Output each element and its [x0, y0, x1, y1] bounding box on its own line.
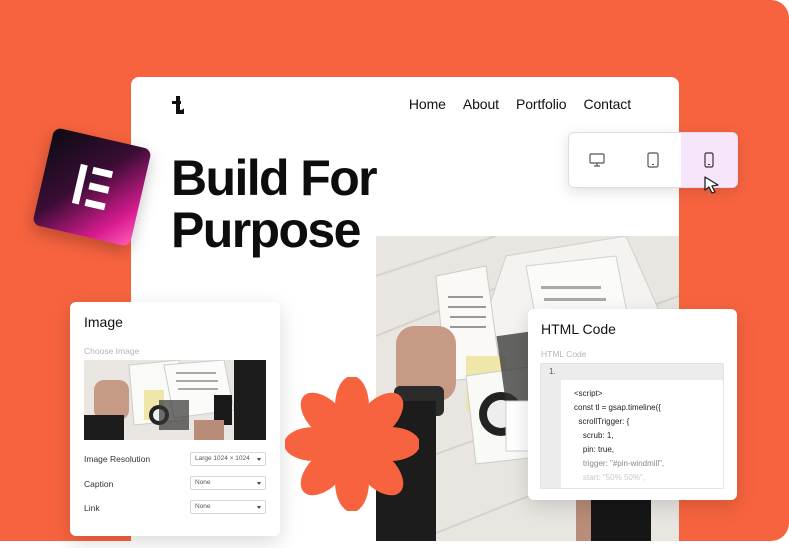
image-thumbnail[interactable]: [84, 360, 266, 440]
main-nav: Home About Portfolio Contact: [409, 96, 631, 112]
caption-value: None: [195, 479, 211, 486]
caption-label: Caption: [84, 479, 114, 489]
link-value: None: [195, 503, 211, 510]
chevron-down-icon: [257, 458, 261, 461]
html-code-panel: HTML Code HTML Code 1. <script> const tl…: [528, 309, 737, 500]
code-line: trigger: "#pin-windmill",: [574, 459, 665, 468]
code-editor[interactable]: 1. <script> const tl = gsap.timeline({ s…: [540, 363, 724, 489]
html-code-field-label: HTML Code: [541, 349, 587, 359]
code-line: scrub: 1,: [574, 431, 614, 440]
flower-decoration-icon: [285, 377, 419, 511]
code-line: <script>: [574, 389, 603, 398]
chevron-down-icon: [257, 506, 261, 509]
nav-contact[interactable]: Contact: [583, 96, 631, 112]
choose-image-label: Choose Image: [84, 346, 140, 356]
image-resolution-select[interactable]: Large 1024 × 1024: [190, 452, 266, 466]
mobile-icon: [704, 152, 714, 168]
t-logo-icon[interactable]: [171, 96, 187, 114]
chevron-down-icon: [257, 482, 261, 485]
nav-about[interactable]: About: [463, 96, 499, 112]
panel-title: HTML Code: [541, 321, 616, 337]
code-line: scrollTrigger: {: [574, 417, 630, 426]
panel-title: Image: [84, 314, 123, 330]
desktop-icon: [589, 153, 605, 167]
hero-line-1: Build For: [171, 150, 378, 206]
mouse-cursor-icon: [704, 176, 719, 194]
hero-line-2: Purpose: [171, 202, 361, 258]
nav-portfolio[interactable]: Portfolio: [516, 96, 567, 112]
tablet-icon: [647, 152, 659, 168]
line-number: 1.: [549, 367, 556, 376]
code-line: start: "50% 50%",: [574, 473, 646, 482]
image-resolution-value: Large 1024 × 1024: [195, 455, 250, 462]
link-label: Link: [84, 503, 100, 513]
desktop-view-button[interactable]: [569, 133, 625, 187]
nav-home[interactable]: Home: [409, 96, 446, 112]
code-editor-gutter: [541, 364, 561, 488]
tablet-view-button[interactable]: [625, 133, 681, 187]
image-resolution-label: Image Resolution: [84, 454, 151, 464]
code-line: const tl = gsap.timeline({: [574, 403, 661, 412]
caption-select[interactable]: None: [190, 476, 266, 490]
hero-heading: Build For Purpose: [171, 150, 378, 258]
image-settings-panel: Image Choose Image Image Resolution Larg…: [70, 302, 280, 536]
code-line: pin: true,: [574, 445, 615, 454]
tax-documents-thumbnail: [84, 360, 266, 440]
code-editor-active-line: [541, 364, 723, 380]
link-select[interactable]: None: [190, 500, 266, 514]
